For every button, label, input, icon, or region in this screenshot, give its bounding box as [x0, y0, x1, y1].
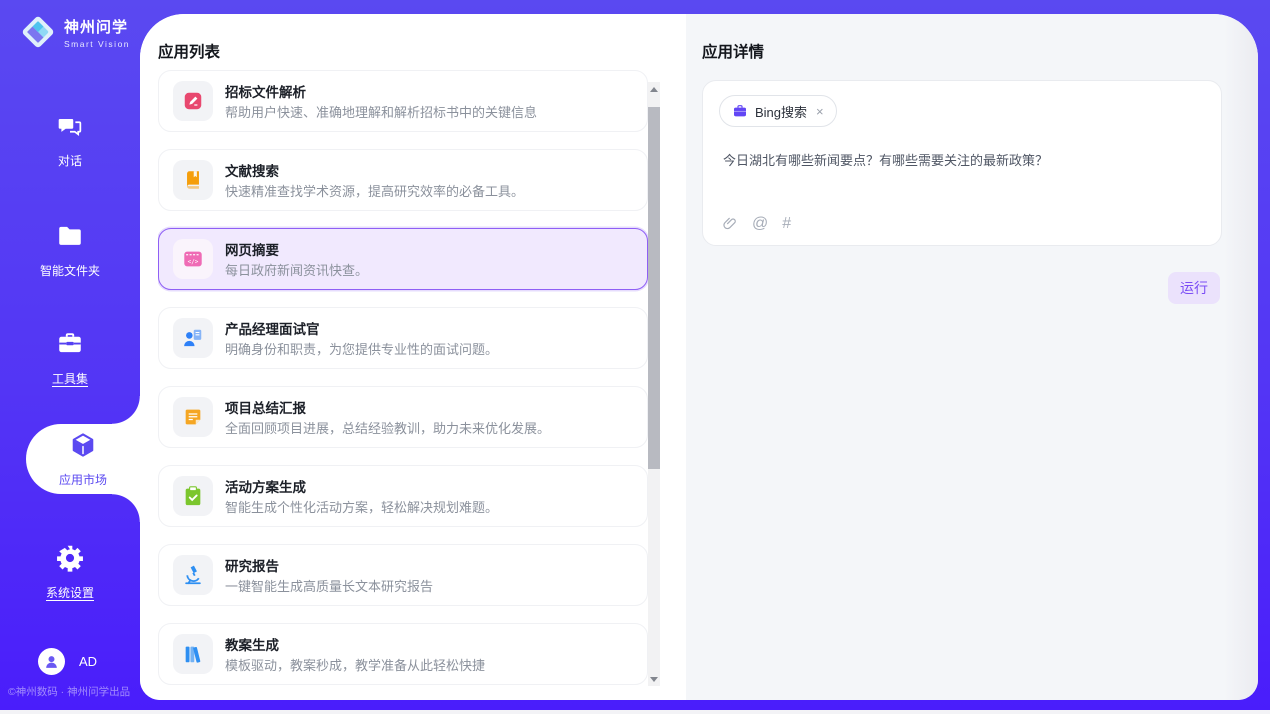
scrollbar-thumb[interactable]: [648, 107, 660, 469]
toolbox-icon: [56, 330, 84, 363]
app-card-title: 活动方案生成: [225, 476, 306, 496]
app-card-title: 招标文件解析: [225, 81, 306, 101]
prompt-editor[interactable]: Bing搜索 × 今日湖北有哪些新闻要点？有哪些需要关注的最新政策？ @#: [702, 80, 1222, 246]
app-card-title: 网页摘要: [225, 239, 279, 259]
svg-text:</>: </>: [188, 258, 199, 265]
sidebar-item-app-market[interactable]: 应用市场: [26, 424, 140, 494]
app-card-description: 全面回顾项目进展，总结经验教训，助力未来优化发展。: [225, 418, 550, 437]
briefcase-icon: [732, 103, 748, 119]
app-card-description: 明确身份和职责，为您提供专业性的面试问题。: [225, 339, 498, 358]
app-card-description: 帮助用户快速、准确地理解和解析招标书中的关键信息: [225, 102, 537, 121]
interview-icon: [173, 318, 213, 358]
browser-icon: </>: [173, 239, 213, 279]
tool-chip-bing-search[interactable]: Bing搜索 ×: [719, 95, 837, 127]
sidebar-item-label: 应用市场: [59, 471, 107, 488]
scroll-down-arrow[interactable]: [648, 672, 660, 686]
at-icon[interactable]: @: [752, 215, 768, 233]
app-card-description: 智能生成个性化活动方案，轻松解决规划难题。: [225, 497, 498, 516]
scroll-up-arrow[interactable]: [648, 82, 660, 96]
app-card-活动方案生成[interactable]: 活动方案生成智能生成个性化活动方案，轻松解决规划难题。: [158, 465, 648, 527]
sidebar-item-label: 工具集: [52, 370, 88, 387]
app-card-description: 快速精准查找学术资源，提高研究效率的必备工具。: [225, 181, 524, 200]
brand-name: 神州问学: [64, 16, 130, 37]
app-card-文献搜索[interactable]: 文献搜索快速精准查找学术资源，提高研究效率的必备工具。: [158, 149, 648, 211]
sidebar-item-chat[interactable]: 对话: [0, 108, 140, 172]
books-icon: [173, 634, 213, 674]
app-card-title: 教案生成: [225, 634, 279, 654]
sidebar-item-label: 智能文件夹: [40, 262, 100, 279]
sidebar-item-label: 系统设置: [46, 584, 94, 601]
app-card-description: 每日政府新闻资讯快查。: [225, 260, 368, 279]
person-icon: [43, 653, 60, 670]
note-icon: [173, 397, 213, 437]
main-content: 应用列表 招标文件解析帮助用户快速、准确地理解和解析招标书中的关键信息文献搜索快…: [140, 14, 1258, 700]
book-icon: [173, 160, 213, 200]
cube-icon: [69, 431, 97, 464]
app-card-网页摘要[interactable]: </> 网页摘要每日政府新闻资讯快查。: [158, 228, 648, 290]
app-card-title: 产品经理面试官: [225, 318, 320, 338]
folder-icon: [56, 222, 84, 255]
query-text: 今日湖北有哪些新闻要点？有哪些需要关注的最新政策？: [723, 151, 1203, 171]
app-card-教案生成[interactable]: 教案生成模板驱动，教案秒成，教学准备从此轻松快捷: [158, 623, 648, 685]
diamond-logo-icon: [18, 12, 58, 52]
hash-icon[interactable]: #: [782, 215, 791, 233]
sidebar-item-folders[interactable]: 智能文件夹: [0, 218, 140, 282]
app-card-产品经理面试官[interactable]: 产品经理面试官明确身份和职责，为您提供专业性的面试问题。: [158, 307, 648, 369]
app-card-招标文件解析[interactable]: 招标文件解析帮助用户快速、准确地理解和解析招标书中的关键信息: [158, 70, 648, 132]
app-detail-panel: 应用详情 Bing搜索 × 今日湖北有哪些新闻要点？有哪些需要关注的最新政策？ …: [686, 14, 1258, 700]
paperclip-icon[interactable]: [721, 216, 738, 233]
copyright: ©神州数码 · 神州问学出品: [8, 684, 130, 699]
chip-close-icon[interactable]: ×: [816, 104, 824, 119]
gear-icon: [56, 544, 84, 577]
brand-logo: 神州问学 Smart Vision: [18, 12, 130, 52]
app-card-title: 文献搜索: [225, 160, 279, 180]
app-card-项目总结汇报[interactable]: 项目总结汇报全面回顾项目进展，总结经验教训，助力未来优化发展。: [158, 386, 648, 448]
scrollbar[interactable]: [648, 82, 660, 686]
pencil-square-icon: [173, 81, 213, 121]
sidebar-item-label: 对话: [58, 152, 82, 169]
brand-subtitle: Smart Vision: [64, 39, 130, 49]
app-list-panel: 应用列表 招标文件解析帮助用户快速、准确地理解和解析招标书中的关键信息文献搜索快…: [140, 14, 686, 700]
app-card-description: 模板驱动，教案秒成，教学准备从此轻松快捷: [225, 655, 485, 674]
user-row[interactable]: AD: [38, 648, 97, 675]
app-card-title: 研究报告: [225, 555, 279, 575]
avatar: [38, 648, 65, 675]
app-detail-title: 应用详情: [702, 40, 764, 62]
app-list-title: 应用列表: [158, 40, 220, 62]
user-name: AD: [79, 654, 97, 669]
sidebar-item-settings[interactable]: 系统设置: [0, 540, 140, 604]
app-card-研究报告[interactable]: 研究报告一键智能生成高质量长文本研究报告: [158, 544, 648, 606]
microscope-icon: [173, 555, 213, 595]
app-cards-list: 招标文件解析帮助用户快速、准确地理解和解析招标书中的关键信息文献搜索快速精准查找…: [158, 70, 648, 686]
chat-icon: [56, 112, 84, 145]
tool-chip-label: Bing搜索: [755, 102, 807, 121]
app-card-title: 项目总结汇报: [225, 397, 306, 417]
clipboard-check-icon: [173, 476, 213, 516]
editor-toolbar: @#: [721, 215, 791, 233]
sidebar: 神州问学 Smart Vision 对话智能文件夹工具集应用市场系统设置 AD …: [0, 0, 140, 710]
app-card-description: 一键智能生成高质量长文本研究报告: [225, 576, 433, 595]
sidebar-item-tools[interactable]: 工具集: [0, 326, 140, 390]
run-button[interactable]: 运行: [1168, 272, 1220, 304]
